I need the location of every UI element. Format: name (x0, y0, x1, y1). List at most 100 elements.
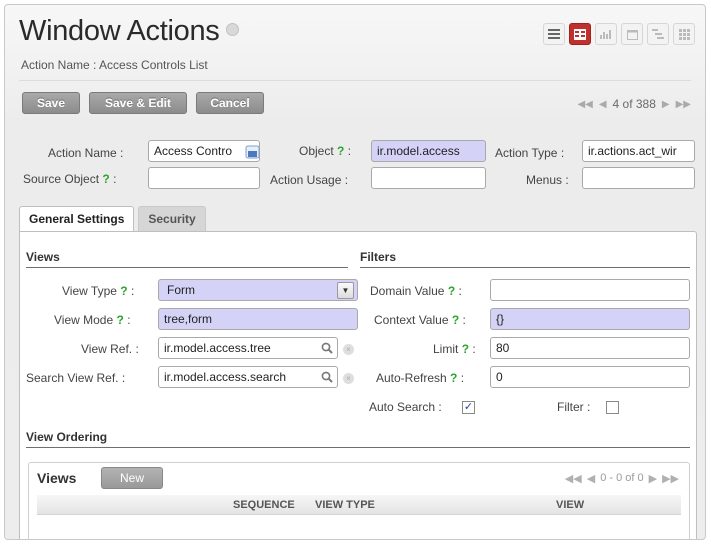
view-type-select[interactable]: Form (158, 279, 358, 301)
object-help-icon[interactable]: ? (337, 144, 344, 158)
form-view-icon[interactable] (569, 23, 591, 45)
view-type-label-sep: : (130, 284, 135, 298)
view-switcher (543, 23, 695, 45)
auto-refresh-label-sep: : (460, 371, 465, 385)
view-type-help-icon[interactable]: ? (120, 284, 127, 298)
last-record-icon[interactable]: ▶▶ (676, 99, 691, 110)
view-mode-field[interactable]: tree,form (158, 308, 358, 330)
limit-value: 80 (496, 341, 510, 355)
object-value: ir.model.access (377, 144, 460, 158)
save-button[interactable]: Save (22, 92, 80, 114)
search-icon[interactable] (321, 371, 333, 383)
breadcrumb: Action Name : Access Controls List (21, 58, 208, 72)
auto-refresh-field[interactable]: 0 (490, 366, 690, 388)
view-type-label: View Type ? : (62, 284, 134, 298)
views-one2many: Views New ◀◀ ◀ 0 - 0 of 0 ▶ ▶▶ SEQUENCE … (28, 462, 690, 539)
help-icon[interactable] (225, 22, 239, 36)
auto-search-label: Auto Search : (369, 400, 442, 414)
first-page-icon[interactable]: ◀◀ (565, 472, 582, 485)
action-name-field[interactable]: Access Contro (148, 140, 260, 162)
auto-refresh-label: Auto-Refresh ? : (376, 371, 464, 385)
prev-page-icon[interactable]: ◀ (587, 472, 595, 485)
column-header-view-type[interactable]: VIEW TYPE (315, 499, 375, 511)
auto-search-checkbox[interactable]: ✓ (462, 401, 475, 414)
window-actions-form: Window Actions Action Name : Access Cont… (4, 4, 706, 540)
object-label: Object ? : (299, 144, 351, 158)
auto-refresh-value: 0 (496, 370, 503, 384)
chevron-down-icon[interactable]: ▼ (337, 282, 354, 299)
auto-refresh-help-icon[interactable]: ? (450, 371, 457, 385)
next-page-icon[interactable]: ▶ (649, 472, 657, 485)
gantt-view-icon[interactable] (647, 23, 669, 45)
action-usage-field[interactable] (371, 167, 486, 189)
source-object-label: Source Object ? : (23, 172, 116, 186)
views-list-title: Views (37, 470, 77, 486)
filter-checkbox[interactable] (606, 401, 619, 414)
save-edit-button[interactable]: Save & Edit (89, 92, 187, 114)
translate-icon[interactable] (245, 145, 261, 160)
limit-label-text: Limit (433, 342, 459, 356)
action-usage-label: Action Usage : (270, 173, 349, 187)
context-value-label-sep: : (462, 313, 466, 327)
object-label-text: Object (299, 144, 334, 158)
column-header-sequence[interactable]: SEQUENCE (233, 499, 295, 511)
context-value-label: Context Value ? : (374, 313, 466, 327)
action-name-value: Access Contro (154, 144, 233, 158)
view-mode-label-sep: : (127, 313, 131, 327)
menus-label: Menus : (526, 173, 569, 187)
notebook-tabs: General Settings Security (19, 206, 210, 232)
views-section-title: Views (26, 250, 348, 268)
context-value-label-text: Context Value (374, 313, 449, 327)
next-record-icon[interactable]: ▶ (662, 99, 670, 110)
list-view-icon[interactable] (543, 23, 565, 45)
clear-icon[interactable]: × (343, 373, 354, 384)
graph-view-icon[interactable] (595, 23, 617, 45)
search-icon[interactable] (321, 342, 333, 354)
context-value-value: {} (496, 312, 505, 326)
last-page-icon[interactable]: ▶▶ (662, 472, 679, 485)
new-view-button[interactable]: New (101, 467, 163, 489)
search-view-ref-value: ir.model.access.search (164, 370, 287, 384)
action-type-field[interactable]: ir.actions.act_wir (582, 140, 695, 162)
context-value-help-icon[interactable]: ? (452, 313, 459, 327)
view-type-label-text: View Type (62, 284, 117, 298)
source-object-help-icon[interactable]: ? (102, 172, 109, 186)
limit-label-sep: : (472, 342, 476, 356)
tab-general-settings[interactable]: General Settings (19, 206, 135, 232)
object-field[interactable]: ir.model.access (371, 140, 486, 162)
action-type-value: ir.actions.act_wir (588, 144, 677, 158)
general-settings-panel: Views Filters View Type ? : Form ▼ View … (19, 231, 697, 539)
filters-section-title: Filters (360, 250, 690, 268)
calendar-view-icon[interactable] (621, 23, 643, 45)
context-value-field[interactable]: {} (490, 308, 690, 330)
domain-value-label-sep: : (458, 284, 462, 298)
views-pager: ◀◀ ◀ 0 - 0 of 0 ▶ ▶▶ (565, 472, 679, 485)
views-pager-text: 0 - 0 of 0 (600, 472, 644, 484)
view-mode-label: View Mode ? : (54, 313, 131, 327)
first-record-icon[interactable]: ◀◀ (577, 99, 592, 110)
view-type-value: Form (167, 283, 195, 297)
source-object-label-sep: : (113, 172, 117, 186)
view-ref-field[interactable]: ir.model.access.tree (158, 337, 338, 359)
views-table-header: SEQUENCE VIEW TYPE VIEW (37, 495, 681, 515)
clear-icon[interactable]: × (343, 344, 354, 355)
domain-value-label: Domain Value ? : (370, 284, 462, 298)
kanban-view-icon[interactable] (673, 23, 695, 45)
menus-field[interactable] (582, 167, 695, 189)
limit-help-icon[interactable]: ? (462, 342, 469, 356)
prev-record-icon[interactable]: ◀ (599, 99, 607, 110)
view-mode-help-icon[interactable]: ? (117, 313, 124, 327)
search-view-ref-field[interactable]: ir.model.access.search (158, 366, 338, 388)
search-view-ref-label: Search View Ref. : (26, 371, 126, 385)
tab-security[interactable]: Security (138, 206, 206, 232)
domain-value-help-icon[interactable]: ? (448, 284, 455, 298)
view-ordering-title: View Ordering (26, 430, 690, 448)
limit-field[interactable]: 80 (490, 337, 690, 359)
record-pager: ◀◀ ◀ 4 of 388 ▶ ▶▶ (577, 97, 691, 111)
cancel-button[interactable]: Cancel (196, 92, 264, 114)
column-header-view[interactable]: VIEW (556, 499, 584, 511)
action-type-label: Action Type : (495, 146, 565, 160)
view-ref-label: View Ref. : (81, 342, 139, 356)
source-object-field[interactable] (148, 167, 260, 189)
domain-value-field[interactable] (490, 279, 690, 301)
